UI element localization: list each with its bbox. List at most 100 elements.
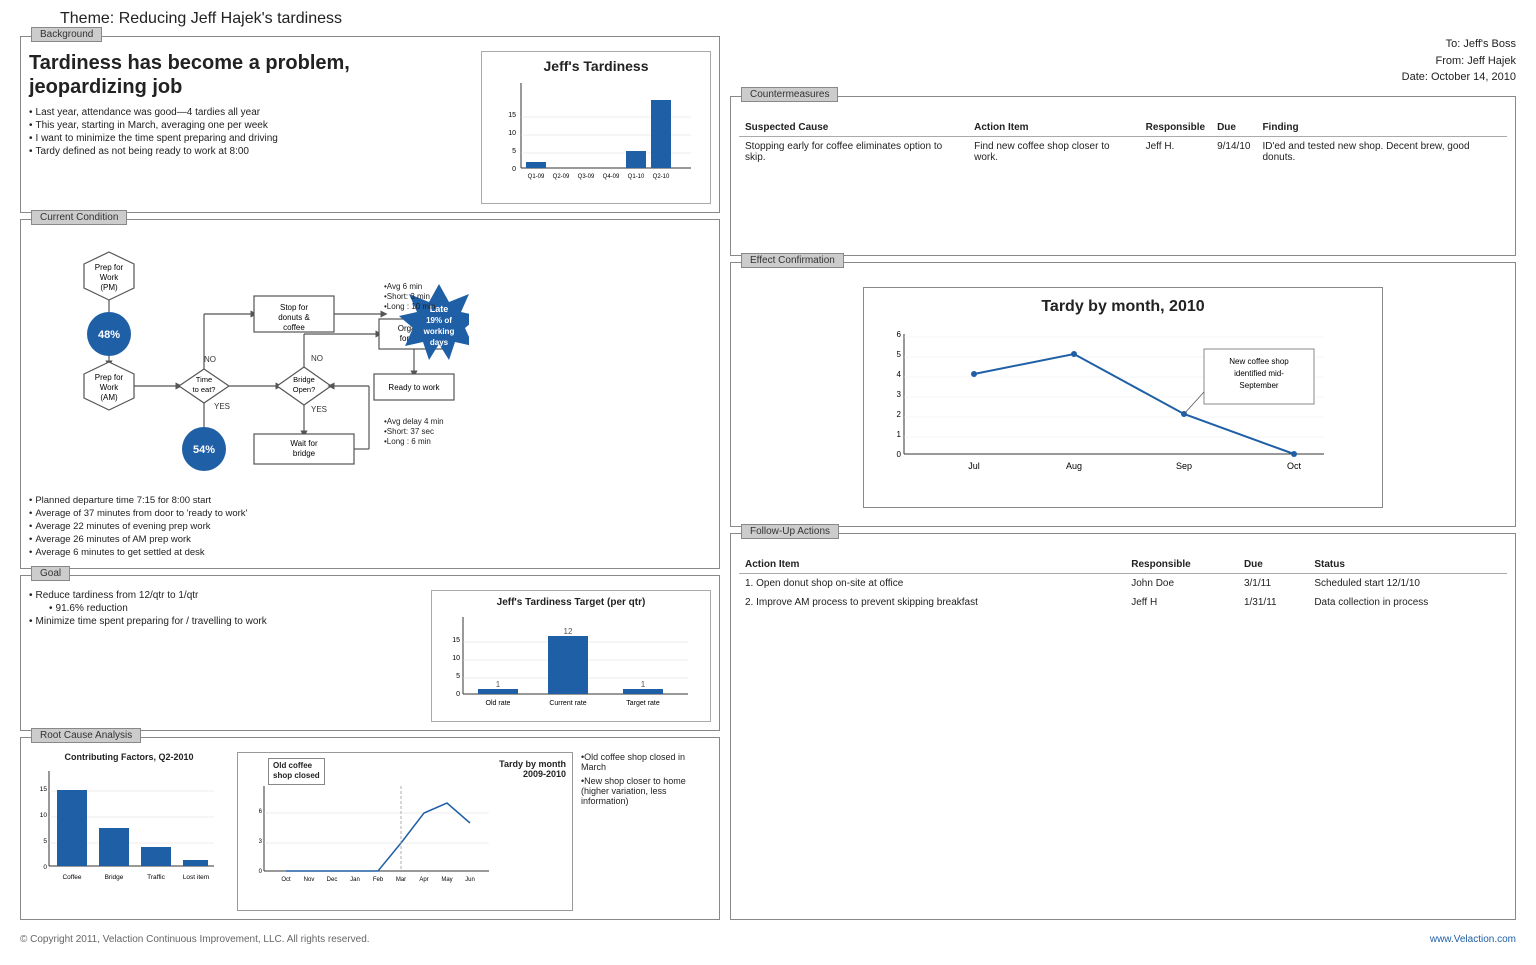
svg-text:0: 0 [512, 166, 516, 173]
page-title: Theme: Reducing Jeff Hajek's tardiness [60, 10, 1516, 28]
svg-text:6: 6 [259, 809, 263, 815]
fu-col-due: Due [1238, 556, 1308, 574]
background-bullets: Last year, attendance was good—4 tardies… [29, 107, 473, 157]
svg-text:54%: 54% [193, 444, 215, 456]
rca-line-svg: 0 3 6 Oct Nov Dec Jan Feb Ma [244, 781, 494, 901]
cc-bullets: Planned departure time 7:15 for 8:00 sta… [29, 495, 711, 558]
cm-cell-cause-1: Stopping early for coffee eliminates opt… [739, 136, 968, 167]
fu-col-action: Action Item [739, 556, 1125, 574]
svg-text:5: 5 [512, 148, 516, 155]
rca-bullet-list: •Old coffee shop closed in March •New sh… [581, 752, 711, 806]
countermeasures-section: Countermeasures Suspected Cause Action I… [730, 96, 1516, 256]
fu-due-1: 3/1/11 [1238, 573, 1308, 593]
svg-text:3: 3 [897, 390, 902, 399]
svg-text:Q1-09: Q1-09 [528, 174, 545, 180]
svg-text:Jan: Jan [350, 877, 360, 883]
background-text: Tardiness has become a problem, jeopardi… [29, 51, 473, 204]
goal-content: Reduce tardiness from 12/qtr to 1/qtr 91… [21, 576, 719, 730]
svg-text:days: days [430, 338, 449, 347]
svg-text:15: 15 [508, 112, 516, 119]
effect-chart-box: Tardy by month, 2010 0 1 2 3 4 [863, 287, 1383, 508]
svg-text:Prep for: Prep for [95, 373, 124, 382]
cm-cell-finding-1: ID'ed and tested new shop. Decent brew, … [1256, 136, 1507, 167]
fu-row-1: 1. Open donut shop on-site at office Joh… [739, 573, 1507, 593]
cc-bullet-5: Average 6 minutes to get settled at desk [29, 547, 711, 558]
svg-text:10: 10 [452, 655, 460, 662]
svg-text:(PM): (PM) [100, 283, 118, 292]
cm-col-due: Due [1211, 119, 1256, 137]
main-area: Background Tardiness has become a proble… [20, 36, 1516, 920]
copyright: © Copyright 2011, Velaction Continuous I… [20, 934, 370, 945]
background-section: Background Tardiness has become a proble… [20, 36, 720, 213]
cm-col-action: Action Item [968, 119, 1140, 137]
svg-text:•Long : 6 min: •Long : 6 min [384, 437, 431, 446]
rca-content: Contributing Factors, Q2-2010 0 5 10 15 [21, 738, 719, 919]
background-content: Tardiness has become a problem, jeopardi… [21, 37, 719, 212]
svg-text:NO: NO [204, 355, 216, 364]
svg-text:Oct: Oct [281, 877, 291, 883]
cc-bullet-1: Planned departure time 7:15 for 8:00 sta… [29, 495, 711, 506]
footer: © Copyright 2011, Velaction Continuous I… [20, 930, 1516, 945]
svg-text:September: September [1239, 381, 1278, 390]
svg-text:Stop for: Stop for [280, 303, 308, 312]
cm-row-1: Stopping early for coffee eliminates opt… [739, 136, 1507, 167]
cc-bullet-3: Average 22 minutes of evening prep work [29, 521, 711, 532]
background-label: Background [31, 27, 102, 42]
svg-text:Wait for: Wait for [290, 439, 318, 448]
goal-bullets: Reduce tardiness from 12/qtr to 1/qtr 91… [29, 590, 423, 627]
svg-text:Apr: Apr [419, 877, 428, 883]
fu-status-1: Scheduled start 12/1/10 [1308, 573, 1507, 593]
tardiness-chart-title: Jeff's Tardiness [544, 58, 649, 74]
cm-col-cause: Suspected Cause [739, 119, 968, 137]
svg-text:bridge: bridge [293, 449, 316, 458]
svg-text:Jun: Jun [465, 877, 475, 883]
date-line: Date: October 14, 2010 [730, 69, 1516, 86]
svg-text:Time: Time [196, 375, 212, 384]
svg-text:Open?: Open? [293, 385, 316, 394]
rca-bullet-1: •Old coffee shop closed in March [581, 752, 711, 772]
goal-bullet-3: Minimize time spent preparing for / trav… [29, 616, 423, 627]
svg-text:•Long : 10 min: •Long : 10 min [384, 302, 435, 311]
fu-resp-2: Jeff H [1125, 593, 1238, 612]
effect-chart-area: Tardy by month, 2010 0 1 2 3 4 [739, 277, 1507, 518]
rca-bar-svg: 0 5 10 15 Coffee [29, 766, 219, 896]
svg-text:Q3-09: Q3-09 [578, 174, 595, 180]
cm-col-finding: Finding [1256, 119, 1507, 137]
effect-label: Effect Confirmation [741, 253, 844, 268]
svg-text:working: working [423, 327, 455, 336]
rca-line-chart: Old coffeeshop closed Tardy by month2009… [237, 752, 573, 911]
svg-text:0: 0 [897, 450, 902, 459]
svg-text:Work: Work [100, 383, 120, 392]
to-line: To: Jeff's Boss [730, 36, 1516, 53]
goal-bullet-2: 91.6% reduction [49, 603, 423, 614]
svg-text:to eat?: to eat? [193, 385, 216, 394]
svg-text:donuts &: donuts & [278, 313, 310, 322]
flow-diagram: Prep for Work (PM) Prep for Work (AM) [29, 234, 711, 487]
goal-text: Reduce tardiness from 12/qtr to 1/qtr 91… [29, 590, 423, 722]
goal-bullet-1: Reduce tardiness from 12/qtr to 1/qtr [29, 590, 423, 601]
svg-text:15: 15 [452, 637, 460, 644]
svg-text:3: 3 [259, 839, 263, 845]
svg-text:NO: NO [311, 354, 323, 363]
website-link[interactable]: www.Velaction.com [1430, 934, 1516, 945]
goal-section: Goal Reduce tardiness from 12/qtr to 1/q… [20, 575, 720, 731]
svg-text:5: 5 [897, 350, 902, 359]
followup-section: Follow-Up Actions Action Item Responsibl… [730, 533, 1516, 921]
svg-text:48%: 48% [98, 329, 120, 341]
rca-bullet-2: •New shop closer to home (higher variati… [581, 776, 711, 806]
cc-bullet-4: Average 26 minutes of AM prep work [29, 534, 711, 545]
svg-text:2: 2 [897, 410, 902, 419]
svg-text:Coffee: Coffee [62, 874, 81, 881]
svg-text:Mar: Mar [396, 877, 406, 883]
fu-due-2: 1/31/11 [1238, 593, 1308, 612]
svg-text:Work: Work [100, 273, 120, 282]
tardiness-chart: Jeff's Tardiness 0 5 10 15 [481, 51, 711, 204]
goal-label: Goal [31, 566, 70, 581]
background-headline: Tardiness has become a problem, jeopardi… [29, 51, 473, 99]
svg-text:10: 10 [40, 812, 48, 819]
bg-bullet-3: I want to minimize the time spent prepar… [29, 133, 473, 144]
cm-col-responsible: Responsible [1140, 119, 1211, 137]
fu-col-status: Status [1308, 556, 1507, 574]
svg-text:Old rate: Old rate [486, 700, 511, 707]
followup-label: Follow-Up Actions [741, 524, 839, 539]
